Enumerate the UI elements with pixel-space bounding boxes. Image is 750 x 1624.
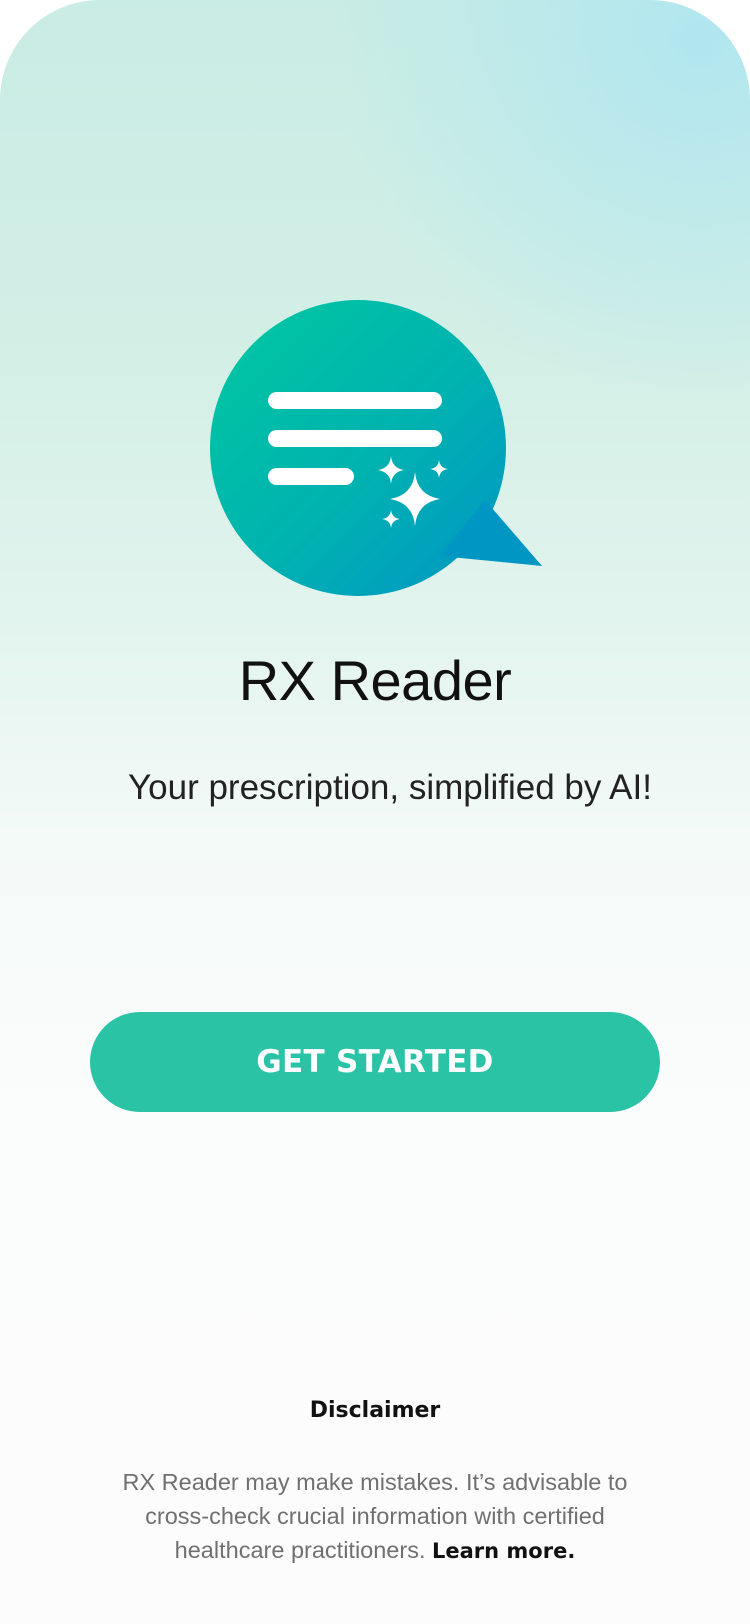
chat-bubble-sparkle-icon (210, 300, 542, 596)
get-started-button[interactable]: GET STARTED (90, 1012, 660, 1112)
disclaimer-text: RX Reader may make mistakes. It’s advisa… (115, 1465, 635, 1568)
learn-more-link[interactable]: Learn more (432, 1539, 567, 1563)
app-tagline: Your prescription, simplified by AI! (128, 768, 652, 807)
disclaimer-period: . (567, 1539, 576, 1563)
disclaimer-title: Disclaimer (309, 1398, 441, 1423)
welcome-screen: RX Reader Your prescription, simplified … (0, 0, 750, 1624)
app-title: RX Reader (238, 649, 512, 712)
